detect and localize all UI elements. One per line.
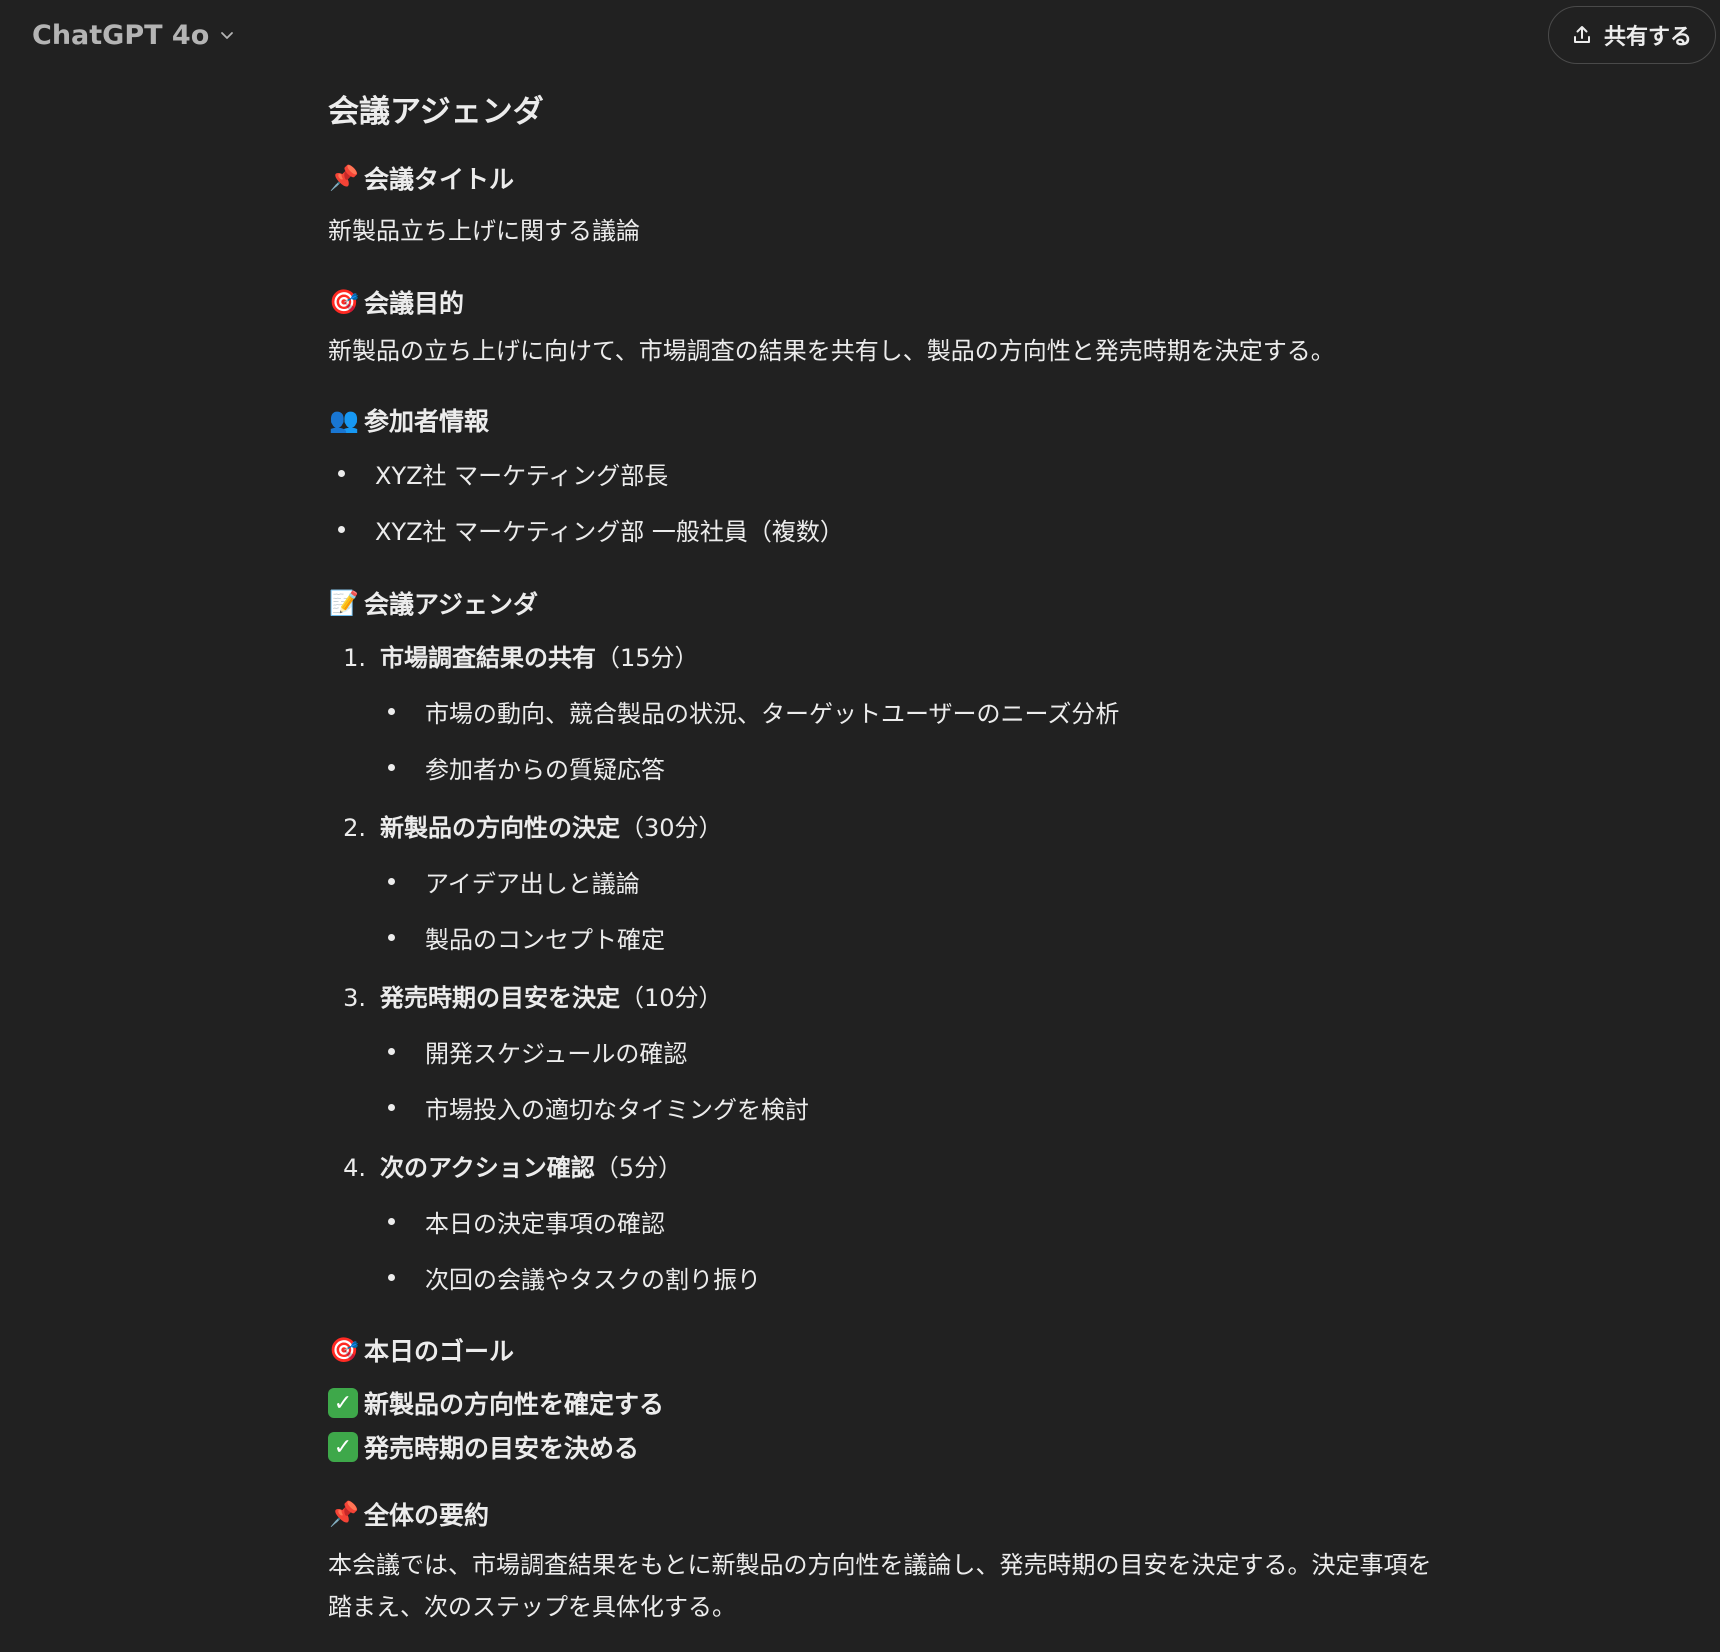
doc-title: 会議アジェンダ	[328, 94, 544, 130]
target-icon: 🎯	[329, 1336, 359, 1364]
share-icon	[1573, 26, 1590, 43]
list-item: XYZ社 マーケティング部長	[338, 456, 668, 491]
pushpin-icon: 📌	[329, 164, 359, 192]
target-icon: 🎯	[329, 288, 359, 316]
list-item-text: 製品のコンセプト確定	[425, 926, 665, 954]
heading-text: 会議タイトル	[364, 165, 515, 194]
list-item: 市場投入の適切なタイミングを検討	[388, 1090, 809, 1125]
list-item: 市場の動向、競合製品の状況、ターゲットユーザーのニーズ分析	[388, 694, 1119, 729]
list-item-text: 市場の動向、競合製品の状況、ターゲットユーザーのニーズ分析	[425, 700, 1120, 728]
list-item: XYZ社 マーケティング部 一般社員（複数）	[338, 512, 844, 547]
list-item: 製品のコンセプト確定	[388, 920, 665, 955]
list-item-text: アイデア出しと議論	[425, 870, 640, 898]
section-heading-purpose: 🎯 会議目的	[328, 284, 464, 320]
section-heading-summary: 📌 全体の要約	[328, 1496, 489, 1532]
agenda-time: （15分）	[596, 644, 699, 672]
agenda-item: 1. 市場調査結果の共有 （15分）	[328, 638, 699, 673]
agenda-item: 2. 新製品の方向性の決定 （30分）	[328, 808, 723, 843]
goal-item: ✓ 新製品の方向性を確定する	[328, 1385, 664, 1421]
people-icon: 👥	[329, 406, 359, 434]
pushpin-icon: 📌	[329, 1500, 359, 1528]
agenda-number: 1.	[343, 644, 366, 672]
check-icon: ✓	[328, 1432, 358, 1462]
agenda-title: 発売時期の目安を決定	[380, 984, 620, 1012]
share-label: 共有する	[1603, 25, 1692, 50]
list-item-text: 参加者からの質疑応答	[425, 756, 665, 784]
list-item: 本日の決定事項の確認	[388, 1204, 665, 1239]
agenda-number: 4.	[343, 1154, 366, 1182]
model-selector[interactable]: ChatGPT 4o	[20, 10, 247, 60]
list-item-text: 市場投入の適切なタイミングを検討	[425, 1096, 809, 1124]
agenda-title: 市場調査結果の共有	[380, 644, 596, 672]
check-icon: ✓	[328, 1388, 358, 1418]
list-item-text: XYZ社 マーケティング部 一般社員（複数）	[375, 518, 844, 546]
agenda-item: 3. 発売時期の目安を決定 （10分）	[328, 978, 723, 1013]
chevron-down-icon	[221, 32, 234, 39]
share-button[interactable]: 共有する	[1548, 6, 1716, 64]
agenda-item: 4. 次のアクション確認 （5分）	[328, 1148, 682, 1183]
summary-line-2: 踏まえ、次のステップを具体化する。	[328, 1593, 736, 1621]
goal-item: ✓ 発売時期の目安を決める	[328, 1429, 639, 1465]
heading-text: 全体の要約	[364, 1501, 490, 1530]
section-heading-meeting-title: 📌 会議タイトル	[328, 160, 514, 196]
goal-text: 新製品の方向性を確定する	[364, 1390, 665, 1419]
list-item: 参加者からの質疑応答	[388, 750, 665, 785]
agenda-number: 3.	[343, 984, 366, 1012]
heading-text: 会議アジェンダ	[364, 590, 539, 619]
list-item-text: 次回の会議やタスクの割り振り	[425, 1266, 761, 1294]
agenda-title: 新製品の方向性の決定	[380, 814, 620, 842]
summary-line-1: 本会議では、市場調査結果をもとに新製品の方向性を議論し、発売時期の目安を決定する…	[328, 1551, 1432, 1579]
agenda-time: （30分）	[620, 814, 723, 842]
heading-text: 会議目的	[364, 289, 465, 318]
meeting-title-text: 新製品立ち上げに関する議論	[328, 217, 640, 245]
heading-text: 本日のゴール	[364, 1337, 515, 1366]
list-item: アイデア出しと議論	[388, 864, 640, 899]
list-item-text: XYZ社 マーケティング部長	[375, 462, 669, 490]
section-heading-participants: 👥 参加者情報	[328, 402, 489, 438]
heading-text: 参加者情報	[364, 407, 490, 436]
agenda-number: 2.	[343, 814, 366, 842]
list-item-text: 本日の決定事項の確認	[425, 1210, 665, 1238]
agenda-title: 次のアクション確認	[380, 1154, 595, 1182]
list-item: 次回の会議やタスクの割り振り	[388, 1260, 761, 1295]
list-item: 開発スケジュールの確認	[388, 1034, 687, 1069]
agenda-time: （5分）	[594, 1154, 683, 1182]
agenda-time: （10分）	[620, 984, 723, 1012]
memo-icon: 📝	[329, 589, 359, 617]
section-heading-goals: 🎯 本日のゴール	[328, 1332, 514, 1368]
model-name: ChatGPT 4o	[32, 19, 210, 51]
section-heading-agenda: 📝 会議アジェンダ	[328, 585, 538, 621]
top-bar: ChatGPT 4o 共有する	[0, 0, 1720, 72]
purpose-text: 新製品の立ち上げに向けて、市場調査の結果を共有し、製品の方向性と発売時期を決定す…	[328, 337, 1335, 365]
goal-text: 発売時期の目安を決める	[364, 1434, 640, 1463]
list-item-text: 開発スケジュールの確認	[425, 1040, 688, 1068]
